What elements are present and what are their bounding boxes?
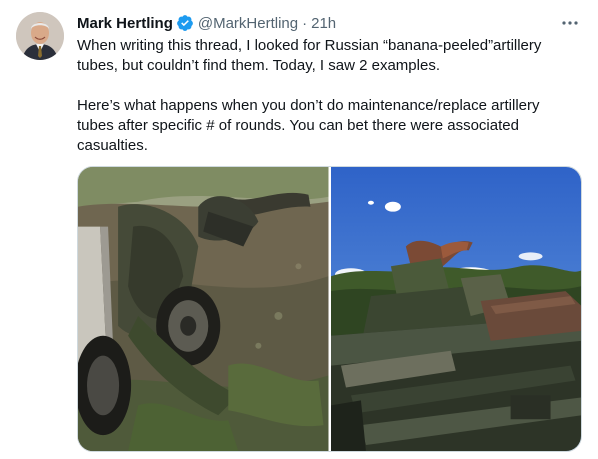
verified-badge-icon: [176, 14, 194, 32]
media-photo-right[interactable]: [330, 167, 581, 451]
tweet-timestamp[interactable]: 21h: [311, 15, 336, 32]
media-photo-left[interactable]: [78, 167, 329, 451]
tweet-text: When writing this thread, I looked for R…: [77, 36, 577, 156]
author-handle[interactable]: @MarkHertling: [198, 15, 298, 32]
tweet: Mark Hertling @MarkHertling · 21h When w…: [0, 0, 598, 459]
tweet-header: Mark Hertling @MarkHertling · 21h: [77, 12, 582, 34]
avatar[interactable]: [16, 12, 64, 60]
tweet-media: [77, 166, 582, 452]
author-name[interactable]: Mark Hertling: [77, 15, 173, 32]
destroyed-howitzer-field-photo: [78, 167, 329, 451]
avatar-portrait: [16, 12, 64, 60]
peeled-gun-tube-photo: [330, 167, 581, 451]
tweet-paragraph: When writing this thread, I looked for R…: [77, 37, 542, 74]
separator-dot: ·: [302, 14, 308, 32]
tweet-paragraph: Here’s what happens when you don’t do ma…: [77, 97, 540, 154]
more-options-icon[interactable]: [560, 13, 580, 33]
